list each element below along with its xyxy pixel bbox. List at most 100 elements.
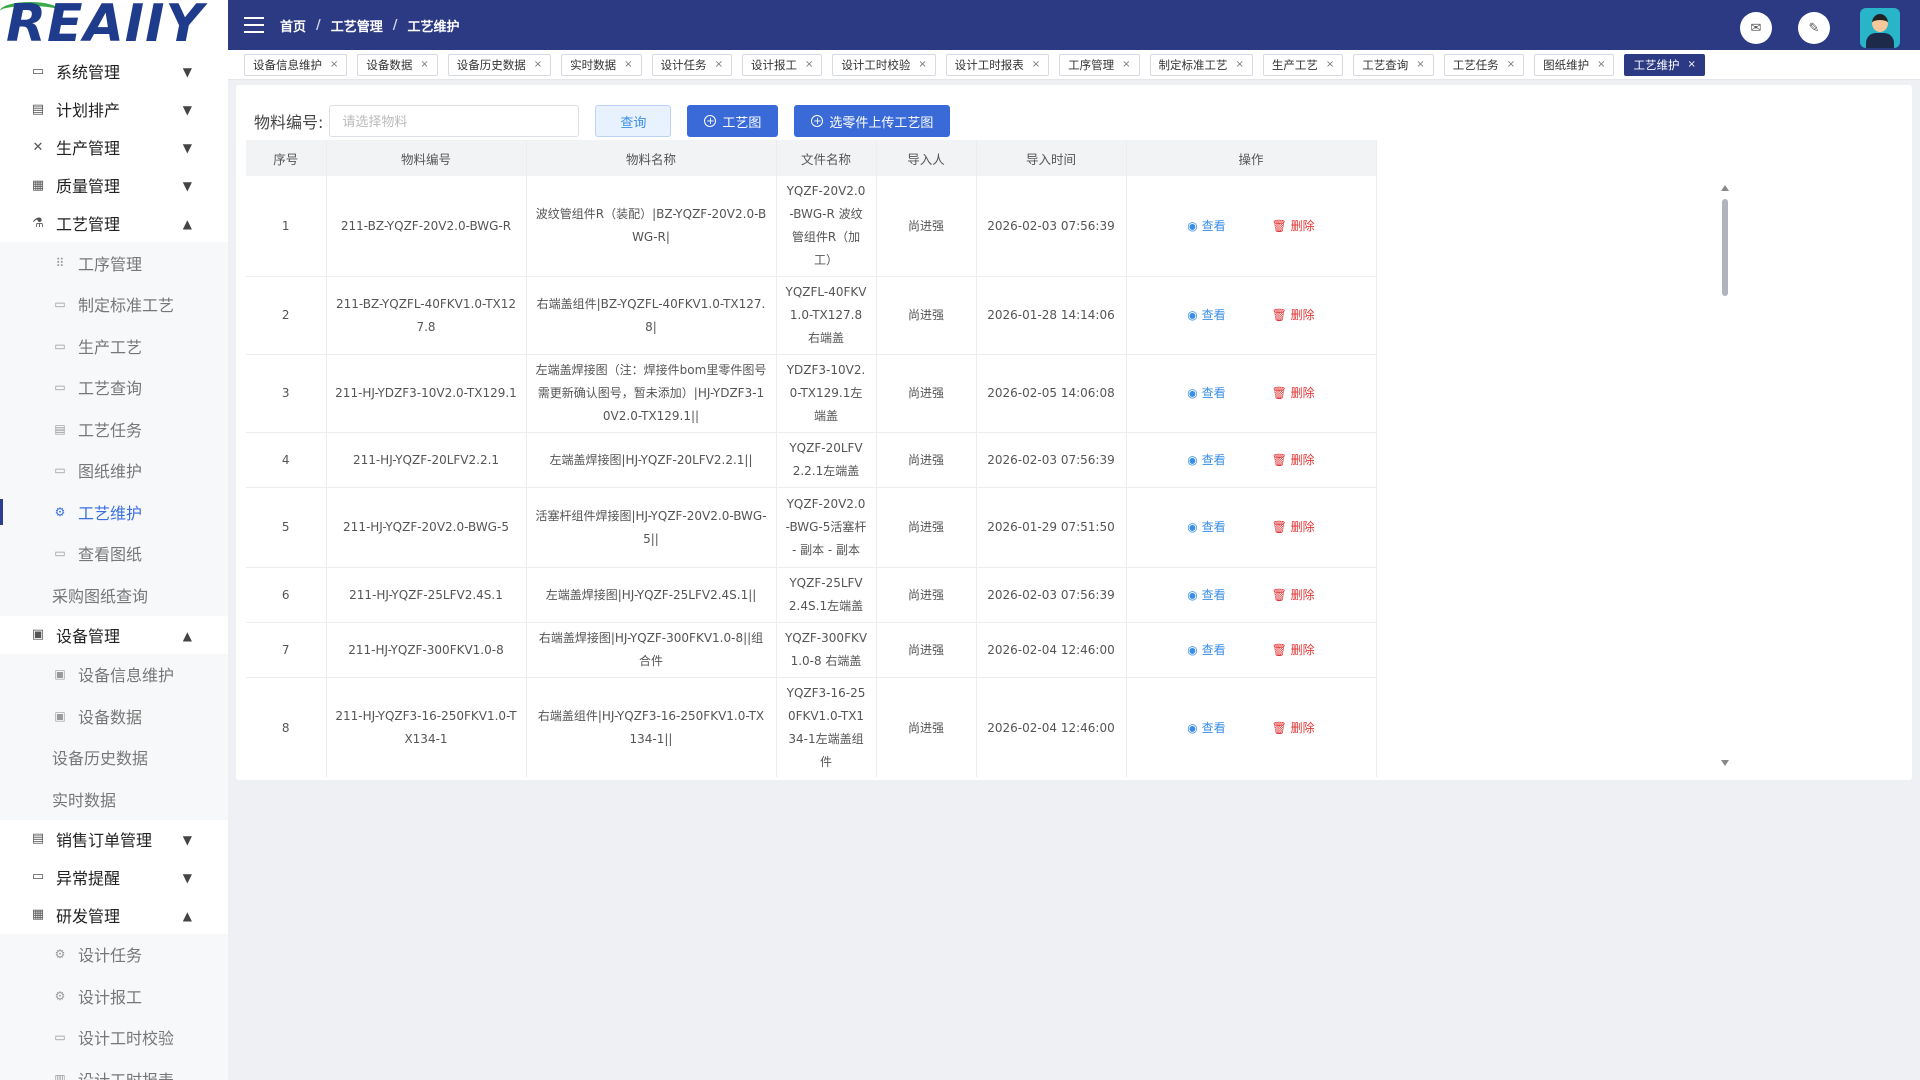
- scroll-down-icon[interactable]: [1721, 760, 1729, 766]
- table-cell: 尚进强: [876, 622, 977, 678]
- tab-item[interactable]: 生产工艺 ×: [1262, 53, 1344, 76]
- view-button[interactable]: ◉ 查看: [1187, 516, 1225, 539]
- sidebar-item-standard-craft[interactable]: ▭ 制定标准工艺: [0, 284, 228, 326]
- chevron-down-icon: ▼: [182, 65, 192, 79]
- view-button[interactable]: ◉ 查看: [1187, 382, 1225, 405]
- close-icon[interactable]: ×: [1507, 59, 1515, 70]
- sidebar-item-purchase-drawing[interactable]: 采购图纸查询: [0, 574, 228, 616]
- sidebar-item-equipment[interactable]: ▣ 设备管理 ▲: [0, 616, 228, 654]
- close-icon[interactable]: ×: [1032, 59, 1040, 70]
- row-actions: ◉ 查看 🗑 删除: [1127, 516, 1376, 539]
- sidebar-item-craft-task[interactable]: ▤ 工艺任务: [0, 408, 228, 450]
- view-button[interactable]: ◉ 查看: [1187, 717, 1225, 740]
- view-button[interactable]: ◉ 查看: [1187, 304, 1225, 327]
- sidebar-item-design-hours-report[interactable]: ▥ 设计工时报表: [0, 1058, 228, 1080]
- delete-button[interactable]: 🗑 删除: [1272, 304, 1315, 327]
- close-icon[interactable]: ×: [1687, 59, 1695, 70]
- table-scrollbar[interactable]: [1720, 185, 1730, 766]
- chevron-down-icon: ▼: [182, 870, 192, 885]
- close-icon[interactable]: ×: [1122, 59, 1130, 70]
- device-icon: ▣: [31, 627, 45, 642]
- tab-item[interactable]: 工序管理 ×: [1059, 53, 1140, 76]
- close-icon[interactable]: ×: [1597, 59, 1605, 70]
- tab-item[interactable]: 工艺查询 ×: [1353, 53, 1434, 76]
- tab-item[interactable]: 实时数据 ×: [561, 53, 642, 76]
- sidebar-item-alert[interactable]: ▭ 异常提醒 ▼: [0, 858, 228, 896]
- tab-item[interactable]: 设计工时报表 ×: [945, 53, 1050, 76]
- sidebar-item-craft-maintenance[interactable]: ⚙ 工艺维护: [0, 491, 228, 533]
- delete-button[interactable]: 🗑 删除: [1272, 449, 1315, 472]
- sidebar-item-drawing-maintenance[interactable]: ▭ 图纸维护: [0, 450, 228, 492]
- tab-item[interactable]: 制定标准工艺 ×: [1149, 53, 1253, 76]
- view-label: 查看: [1201, 587, 1226, 602]
- sidebar-item-design-task[interactable]: ⚙ 设计任务: [0, 934, 228, 976]
- material-search-input[interactable]: [329, 105, 580, 137]
- tab-label: 生产工艺: [1271, 57, 1318, 72]
- sidebar-item-design-report[interactable]: ⚙ 设计报工: [0, 975, 228, 1017]
- equipment-submenu: ▣ 设备信息维护 ▣ 设备数据 设备历史数据 实时数据: [0, 653, 228, 820]
- view-label: 查看: [1201, 720, 1226, 735]
- delete-button[interactable]: 🗑 删除: [1272, 382, 1315, 405]
- sidebar-item-equipment-data[interactable]: ▣ 设备数据: [0, 695, 228, 737]
- sidebar-item-view-drawing[interactable]: ▭ 查看图纸: [0, 533, 228, 575]
- close-icon[interactable]: ×: [1416, 59, 1424, 70]
- close-icon[interactable]: ×: [420, 59, 428, 70]
- sidebar-item-production[interactable]: ✕ 生产管理 ▼: [0, 128, 228, 166]
- close-icon[interactable]: ×: [1236, 59, 1244, 70]
- tab-label: 设备数据: [366, 57, 413, 72]
- avatar[interactable]: [1860, 8, 1900, 48]
- tab-item[interactable]: 设备数据 ×: [357, 53, 438, 76]
- scroll-up-icon[interactable]: [1721, 185, 1729, 191]
- tab-item[interactable]: 设计任务 ×: [651, 53, 732, 76]
- close-icon[interactable]: ×: [1326, 59, 1334, 70]
- close-icon[interactable]: ×: [624, 59, 632, 70]
- tab-item[interactable]: 工艺维护 ×: [1624, 53, 1705, 76]
- close-icon[interactable]: ×: [330, 59, 338, 70]
- view-button[interactable]: ◉ 查看: [1187, 449, 1225, 472]
- scrollbar-thumb[interactable]: [1722, 199, 1728, 296]
- sidebar-item-realtime-data[interactable]: 实时数据: [0, 778, 228, 820]
- close-icon[interactable]: ×: [918, 59, 926, 70]
- delete-button[interactable]: 🗑 删除: [1272, 717, 1315, 740]
- sidebar-item-equipment-info[interactable]: ▣ 设备信息维护: [0, 654, 228, 696]
- close-icon[interactable]: ×: [715, 59, 723, 70]
- table-actions-cell: ◉ 查看 🗑 删除: [1126, 487, 1377, 568]
- edit-icon[interactable]: ✎: [1798, 12, 1830, 44]
- sidebar-item-system[interactable]: ▭ 系统管理 ▼: [0, 52, 228, 90]
- close-icon[interactable]: ×: [805, 59, 813, 70]
- sidebar-item-craft[interactable]: ⚗ 工艺管理 ▲: [0, 204, 228, 242]
- view-button[interactable]: ◉ 查看: [1187, 215, 1225, 238]
- table-cell: 尚进强: [876, 354, 977, 433]
- sidebar-item-design-hours-check[interactable]: ▭ 设计工时校验: [0, 1017, 228, 1059]
- close-icon[interactable]: ×: [534, 59, 542, 70]
- tab-item[interactable]: 设备信息维护 ×: [244, 53, 348, 76]
- view-button[interactable]: ◉ 查看: [1187, 584, 1225, 607]
- tab-item[interactable]: 设计工时校验 ×: [832, 53, 936, 76]
- tab-item[interactable]: 图纸维护 ×: [1534, 53, 1615, 76]
- sidebar-item-production-craft[interactable]: ▭ 生产工艺: [0, 325, 228, 367]
- sidebar-item-planning[interactable]: ▤ 计划排产 ▼: [0, 90, 228, 128]
- delete-button[interactable]: 🗑 删除: [1272, 516, 1315, 539]
- menu-toggle-icon[interactable]: [244, 17, 264, 33]
- sidebar-item-process-management[interactable]: ⠿ 工序管理: [0, 242, 228, 284]
- tab-item[interactable]: 工艺任务 ×: [1443, 53, 1525, 76]
- sidebar-item-equipment-history[interactable]: 设备历史数据: [0, 737, 228, 779]
- query-button[interactable]: 查询: [595, 105, 672, 137]
- tab-item[interactable]: 设备历史数据 ×: [447, 53, 552, 76]
- table-cell: 211-BZ-YQZF-20V2.0-BWG-R: [326, 176, 527, 277]
- view-button[interactable]: ◉ 查看: [1187, 639, 1225, 662]
- breadcrumb-home[interactable]: 首页: [280, 16, 306, 35]
- delete-button[interactable]: 🗑 删除: [1272, 584, 1315, 607]
- table-row: 2 211-BZ-YQZFL-40FKV1.0-TX127.8 右端盖组件|BZ-Y…: [246, 276, 1528, 355]
- sidebar-item-rd[interactable]: ▦ 研发管理 ▲: [0, 896, 228, 934]
- delete-button[interactable]: 🗑 删除: [1272, 215, 1315, 238]
- delete-button[interactable]: 🗑 删除: [1272, 639, 1315, 662]
- mail-icon[interactable]: ✉: [1740, 12, 1772, 44]
- sidebar-item-sales[interactable]: ▤ 销售订单管理 ▼: [0, 820, 228, 858]
- sidebar-item-quality[interactable]: ▦ 质量管理 ▼: [0, 166, 228, 204]
- craft-drawing-button[interactable]: + 工艺图: [687, 105, 779, 137]
- tab-item[interactable]: 设计报工 ×: [741, 53, 823, 76]
- sidebar-item-craft-query[interactable]: ▭ 工艺查询: [0, 367, 228, 409]
- logo-text: REAIIY: [6, 0, 205, 52]
- upload-craft-drawing-button[interactable]: + 选零件上传工艺图: [794, 105, 951, 137]
